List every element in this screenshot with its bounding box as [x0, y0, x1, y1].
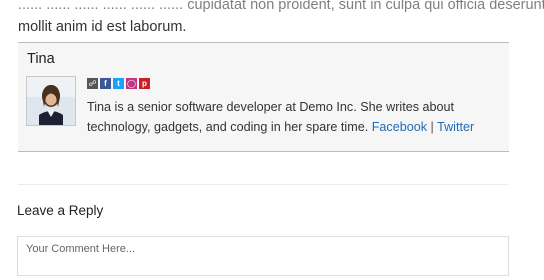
post-text-line: ...... ...... ...... ...... ...... .....… [18, 0, 544, 13]
author-avatar [26, 76, 76, 126]
post-content: ...... ...... ...... ...... ...... .....… [18, 0, 544, 38]
author-bio: Tina is a senior software developer at D… [87, 97, 502, 137]
comment-textarea[interactable] [18, 237, 508, 275]
social-icons: ☍ f t ◯ p [87, 78, 150, 89]
author-box: Tina ☍ f t ◯ p Tina is a senior software… [18, 42, 509, 152]
comment-field-wrapper [17, 236, 509, 276]
instagram-icon[interactable]: ◯ [126, 78, 137, 89]
avatar-photo [27, 77, 75, 125]
website-icon[interactable]: ☍ [87, 78, 98, 89]
reply-heading: Leave a Reply [17, 203, 104, 218]
facebook-icon[interactable]: f [100, 78, 111, 89]
link-separator: | [430, 120, 434, 134]
facebook-link[interactable]: Facebook [372, 120, 427, 134]
author-name: Tina [27, 51, 55, 67]
twitter-icon[interactable]: t [113, 78, 124, 89]
post-text-line: mollit anim id est laborum. [18, 19, 187, 35]
pinterest-icon[interactable]: p [139, 78, 150, 89]
twitter-link[interactable]: Twitter [437, 120, 474, 134]
section-divider [18, 184, 509, 185]
